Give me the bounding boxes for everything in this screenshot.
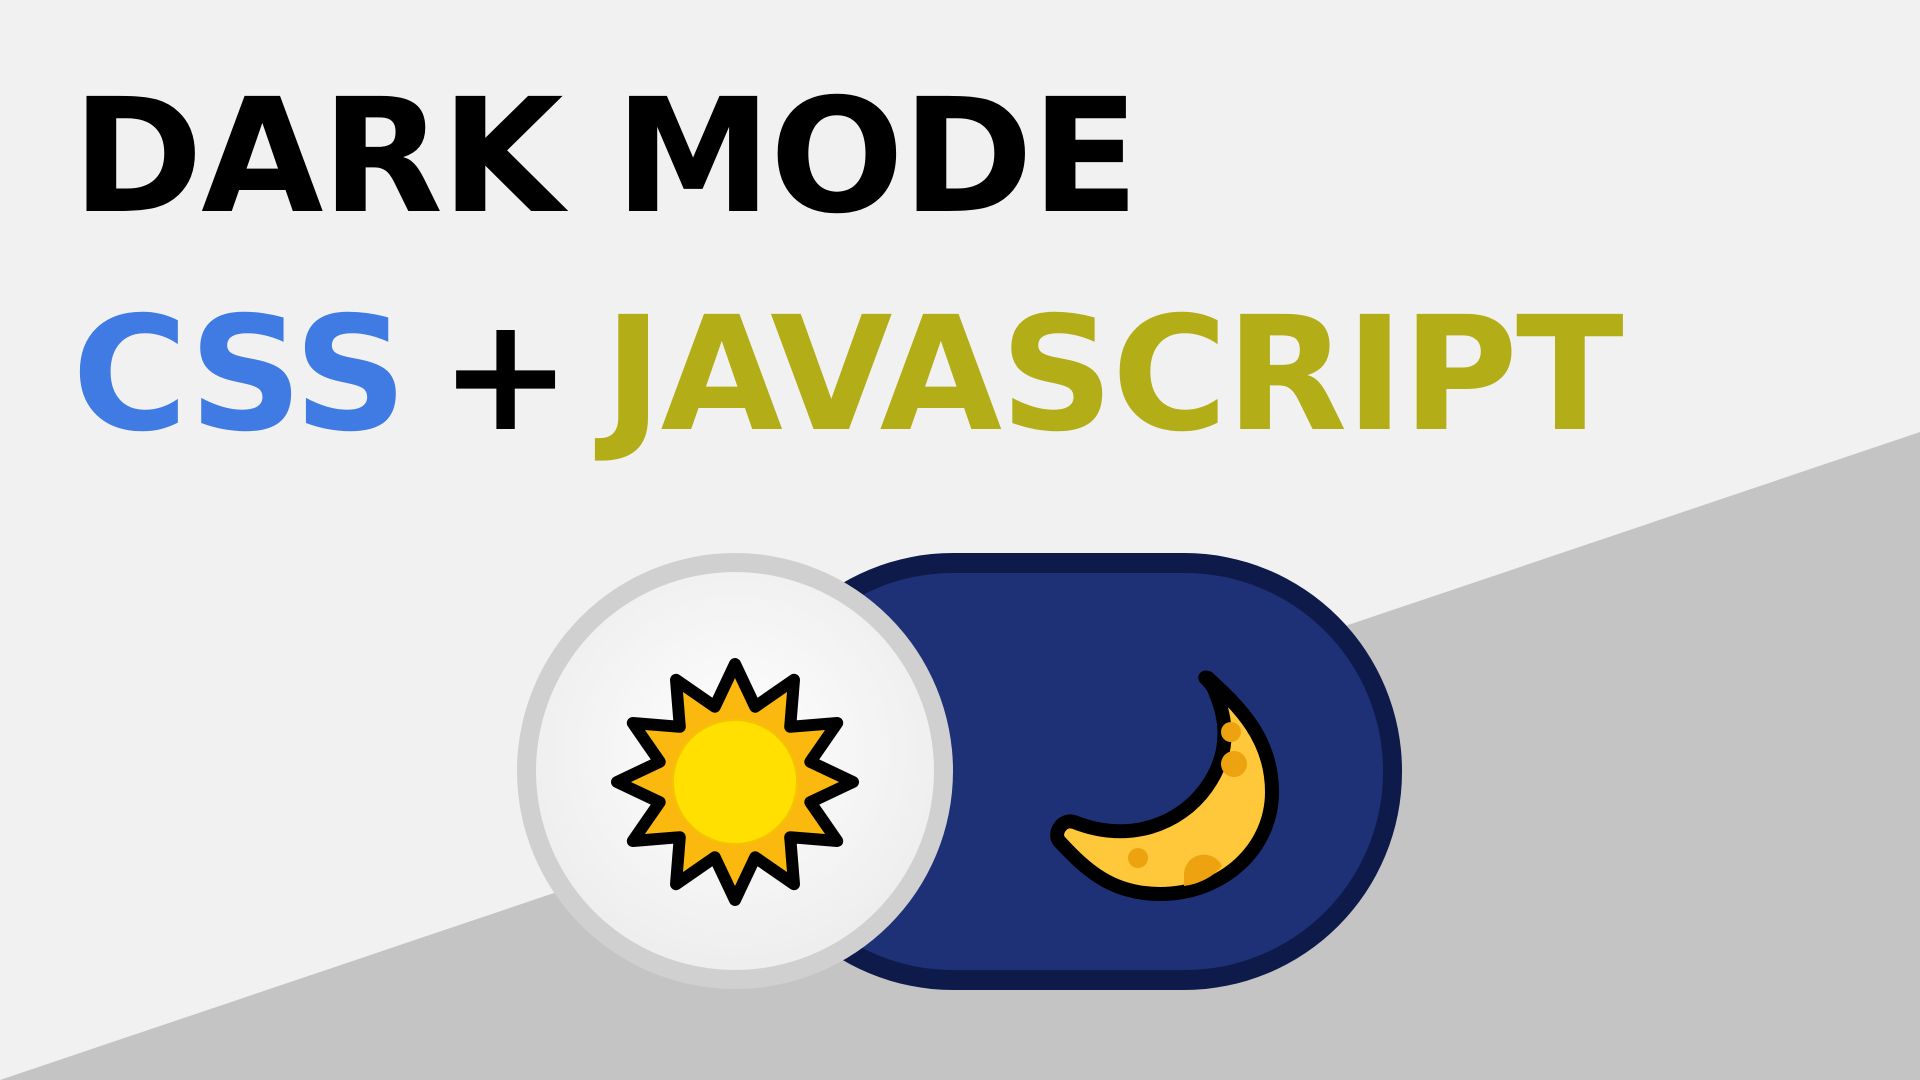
dark-mode-toggle-switch[interactable] [0,0,1920,1080]
thumbnail-canvas: DARK MODE CSS + JAVASCRIPT [0,0,1920,1080]
